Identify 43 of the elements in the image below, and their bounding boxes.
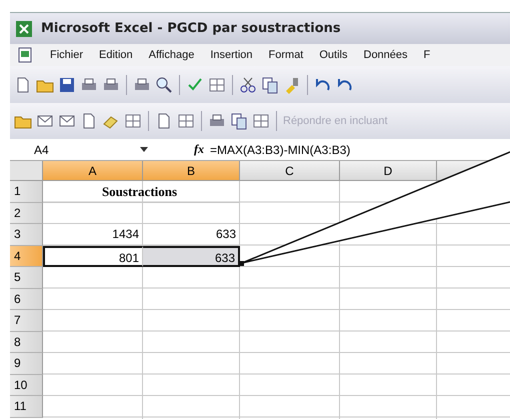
menu-item[interactable]: Insertion bbox=[210, 49, 253, 61]
menu-item[interactable]: Format bbox=[268, 49, 304, 61]
table-icon[interactable] bbox=[208, 76, 226, 94]
column-header[interactable]: D bbox=[340, 161, 437, 181]
window-title: Microsoft Excel - PGCD par soustractions bbox=[41, 21, 341, 36]
row-header[interactable]: 9 bbox=[10, 353, 43, 374]
row-header[interactable]: 2 bbox=[10, 202, 43, 224]
row-header[interactable]: 7 bbox=[10, 310, 43, 332]
row-header[interactable]: 11 bbox=[10, 396, 43, 418]
name-box[interactable]: A4 bbox=[10, 142, 140, 156]
copy-icon[interactable] bbox=[230, 112, 248, 130]
row-header[interactable]: 10 bbox=[10, 374, 43, 396]
row-header[interactable]: 4 bbox=[10, 246, 43, 267]
menu-item[interactable]: Données bbox=[364, 49, 408, 61]
column-header[interactable]: A bbox=[43, 161, 143, 181]
menu-item[interactable]: F bbox=[424, 49, 430, 61]
table-icon[interactable] bbox=[177, 112, 195, 130]
table-cell: 633 bbox=[143, 246, 240, 267]
formula-text[interactable]: =MAX(A3:B3)-MIN(A3:B3) bbox=[210, 142, 350, 156]
row-header[interactable]: 1 bbox=[10, 181, 43, 202]
row-header[interactable]: 5 bbox=[10, 267, 43, 288]
dropdown-arrow-icon[interactable] bbox=[140, 147, 148, 152]
table-cell: Soustractions bbox=[43, 181, 240, 202]
menu-item[interactable]: Edition bbox=[99, 49, 133, 61]
table-cell: 801 bbox=[43, 246, 143, 267]
menu-item[interactable]: Outils bbox=[319, 49, 348, 61]
row-header[interactable]: 3 bbox=[10, 224, 43, 246]
table-icon[interactable] bbox=[124, 112, 142, 130]
copy-icon[interactable] bbox=[261, 76, 279, 94]
row-header[interactable]: 6 bbox=[10, 288, 43, 310]
column-header[interactable]: C bbox=[240, 161, 340, 181]
magnifier-icon[interactable] bbox=[155, 76, 173, 94]
menu-item[interactable]: Fichier bbox=[50, 49, 84, 61]
table-icon[interactable] bbox=[252, 112, 270, 130]
column-header[interactable]: B bbox=[143, 161, 240, 181]
row-header[interactable]: 8 bbox=[10, 332, 43, 353]
document-icon[interactable] bbox=[16, 46, 34, 64]
spreadsheet-icon bbox=[15, 20, 33, 38]
menu-item[interactable]: Affichage bbox=[148, 49, 194, 61]
fill-handle-icon bbox=[239, 261, 244, 266]
checkmark-icon[interactable] bbox=[186, 76, 204, 94]
function-button[interactable]: fx bbox=[194, 142, 204, 157]
scissors-icon[interactable] bbox=[239, 76, 257, 94]
